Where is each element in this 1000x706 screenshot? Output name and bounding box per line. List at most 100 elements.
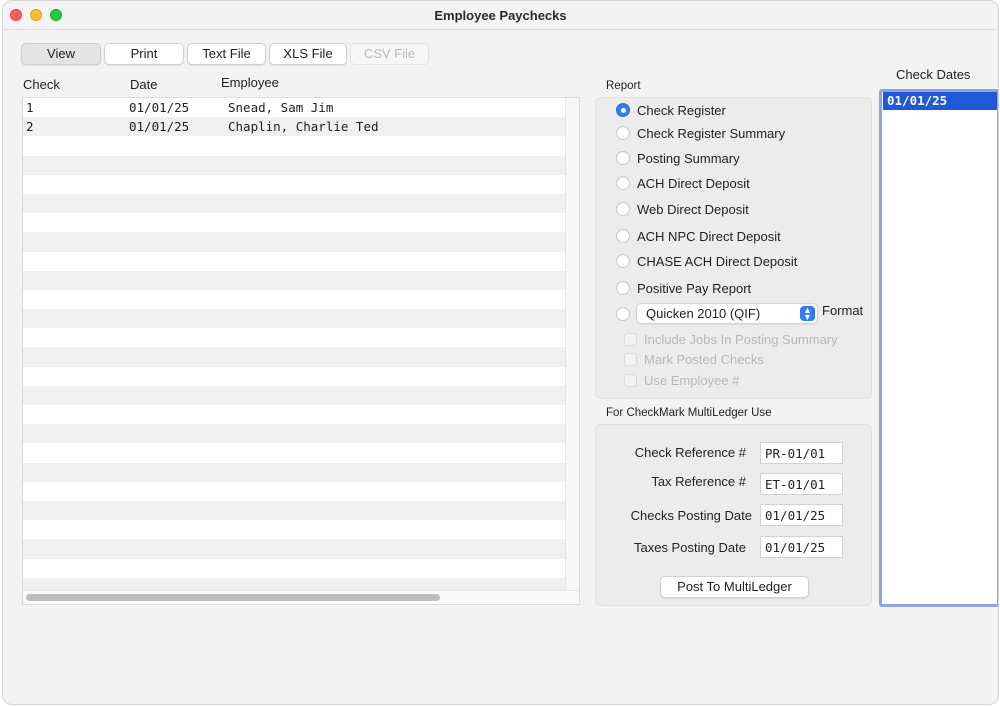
radio-button[interactable]	[616, 151, 630, 165]
radio-ach-npc-direct-deposit[interactable]: ACH NPC Direct Deposit	[616, 227, 781, 245]
radio-check-register[interactable]: Check Register	[616, 101, 726, 119]
radio-ach-direct-deposit[interactable]: ACH Direct Deposit	[616, 174, 750, 192]
radio-label: CHASE ACH Direct Deposit	[637, 253, 798, 269]
radio-label: Posting Summary	[637, 150, 740, 166]
text-file-button[interactable]: Text File	[187, 43, 266, 65]
checkbox-label: Mark Posted Checks	[644, 351, 764, 367]
table-row[interactable]	[23, 309, 565, 329]
column-header-check[interactable]: Check	[23, 77, 60, 92]
radio-button[interactable]	[616, 281, 630, 295]
radio-label: Web Direct Deposit	[637, 201, 749, 217]
table-row[interactable]	[23, 405, 565, 425]
table-row[interactable]	[23, 328, 565, 348]
tax-reference-label: Tax Reference #	[651, 474, 746, 489]
checks-posting-date-field[interactable]	[760, 504, 843, 526]
table-row[interactable]	[23, 424, 565, 444]
table-row[interactable]	[23, 289, 565, 310]
table-row[interactable]	[23, 136, 565, 156]
taxes-posting-date-field[interactable]	[760, 536, 843, 558]
radio-label: Check Register	[637, 102, 726, 118]
radio-label: Positive Pay Report	[637, 280, 752, 296]
radio-button[interactable]	[616, 229, 630, 243]
table-row[interactable]	[23, 347, 565, 367]
report-group: Check Register Check Register Summary Po…	[595, 97, 872, 399]
horizontal-scroll-thumb[interactable]	[26, 594, 440, 601]
taxes-posting-date-label: Taxes Posting Date	[633, 540, 746, 555]
format-select[interactable]: Quicken 2010 (QIF) ▲ ▼	[636, 303, 818, 324]
view-button[interactable]: View	[21, 43, 101, 65]
radio-label: ACH Direct Deposit	[637, 175, 750, 191]
checkbox-mark-posted-checks: Mark Posted Checks	[624, 351, 764, 367]
xls-file-button[interactable]: XLS File	[269, 43, 347, 65]
check-reference-field[interactable]	[760, 442, 843, 464]
horizontal-scrollbar[interactable]	[23, 590, 579, 604]
table-row[interactable]	[23, 193, 565, 214]
print-button[interactable]: Print	[104, 43, 184, 65]
table-row[interactable]	[23, 481, 565, 501]
table-row[interactable]	[23, 443, 565, 463]
radio-positive-pay-report[interactable]: Positive Pay Report	[616, 279, 751, 297]
table-row[interactable]	[23, 558, 565, 578]
radio-button[interactable]	[616, 254, 630, 268]
check-dates-label: Check Dates	[896, 67, 971, 82]
tax-reference-field[interactable]	[760, 473, 843, 495]
format-label: Format	[822, 303, 864, 318]
check-dates-list[interactable]: 01/01/25	[879, 89, 998, 607]
table-row[interactable]	[23, 213, 565, 233]
radio-check-register-summary[interactable]: Check Register Summary	[616, 124, 785, 142]
multiledger-group: Check Reference # Tax Reference # Checks…	[595, 424, 872, 606]
checks-posting-date-label: Checks Posting Date	[630, 508, 752, 523]
radio-label: ACH NPC Direct Deposit	[637, 228, 781, 244]
table-row[interactable]	[23, 539, 565, 559]
table-row[interactable]	[23, 500, 565, 521]
table-row[interactable]	[23, 155, 565, 175]
radio-button[interactable]	[616, 126, 630, 140]
table-row[interactable]: 2 01/01/25 Chaplin, Charlie Ted	[23, 117, 565, 137]
checkbox	[624, 373, 637, 387]
checkbox-label: Include Jobs In Posting Summary	[644, 331, 838, 347]
checkbox	[624, 352, 637, 366]
column-header-date[interactable]: Date	[130, 77, 157, 92]
radio-button[interactable]	[616, 202, 630, 216]
multiledger-group-label: For CheckMark MultiLedger Use	[606, 407, 772, 419]
radio-button[interactable]	[616, 103, 630, 117]
cell-date: 01/01/25	[129, 100, 190, 115]
table-row[interactable]: 1 01/01/25 Snead, Sam Jim	[23, 98, 565, 118]
radio-button[interactable]	[616, 307, 630, 321]
checkbox-label: Use Employee #	[644, 372, 740, 388]
checkbox	[624, 332, 637, 346]
csv-file-button: CSV File	[350, 43, 429, 65]
check-date-item[interactable]: 01/01/25	[883, 92, 997, 110]
post-to-multiledger-button[interactable]: Post To MultiLedger	[660, 576, 809, 598]
column-header-employee[interactable]: Employee	[221, 75, 279, 90]
table-row[interactable]	[23, 251, 565, 271]
radio-posting-summary[interactable]: Posting Summary	[616, 149, 740, 167]
employee-paychecks-window: Employee Paychecks View Print Text File …	[2, 0, 999, 705]
vertical-scrollbar[interactable]	[565, 98, 579, 590]
checkbox-include-jobs: Include Jobs In Posting Summary	[624, 331, 838, 347]
report-group-label: Report	[606, 80, 641, 92]
cell-date: 01/01/25	[129, 119, 190, 135]
format-select-value: Quicken 2010 (QIF)	[646, 306, 761, 321]
radio-label: Check Register Summary	[637, 125, 786, 141]
radio-button[interactable]	[616, 176, 630, 190]
table-rows: 1 01/01/25 Snead, Sam Jim 2 01/01/25 Chaplin,…	[23, 98, 565, 590]
table-row[interactable]	[23, 577, 565, 590]
cell-employee: Chaplin, Charlie Ted	[228, 119, 379, 135]
cell-employee: Snead, Sam Jim	[228, 100, 334, 115]
check-reference-label: Check Reference #	[634, 445, 746, 460]
table-row[interactable]	[23, 232, 565, 252]
chevron-up-down-icon: ▲ ▼	[800, 306, 815, 322]
cell-check: 1	[26, 100, 34, 115]
table-row[interactable]	[23, 385, 565, 405]
table-row[interactable]	[23, 520, 565, 540]
radio-web-direct-deposit[interactable]: Web Direct Deposit	[616, 200, 749, 218]
radio-format[interactable]	[616, 305, 637, 323]
checkbox-use-employee-number: Use Employee #	[624, 372, 739, 388]
paychecks-table[interactable]: 1 01/01/25 Snead, Sam Jim 2 01/01/25 Chaplin,…	[22, 97, 580, 605]
table-row[interactable]	[23, 462, 565, 482]
radio-chase-ach-direct-deposit[interactable]: CHASE ACH Direct Deposit	[616, 252, 797, 270]
table-row[interactable]	[23, 270, 565, 290]
table-row[interactable]	[23, 366, 565, 386]
table-row[interactable]	[23, 174, 565, 194]
